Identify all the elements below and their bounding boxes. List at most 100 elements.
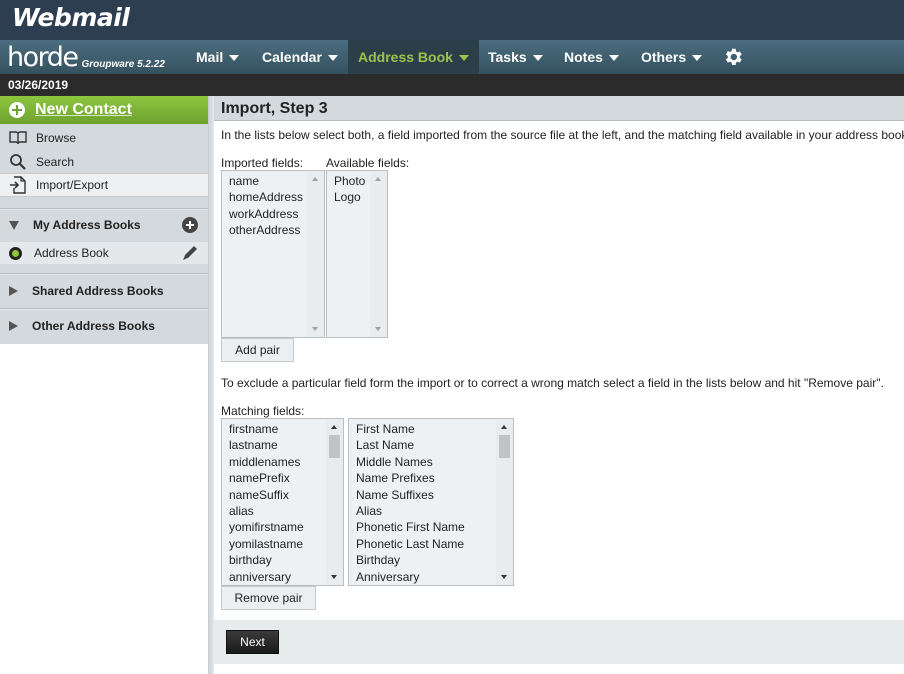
date-bar: 03/26/2019 [0,74,904,96]
selected-radio-icon [9,246,22,260]
scroll-down-icon [501,575,507,579]
next-button[interactable]: Next [226,630,279,654]
scrollbar[interactable] [370,171,387,337]
nav-address-book-label: Address Book [358,49,453,65]
sidebar-item-label: Search [36,155,75,169]
sidebar-divider [0,308,208,310]
available-fields-list[interactable]: Photo Logo [326,170,388,338]
sidebar-item-label: Import/Export [36,178,109,192]
collapse-triangle-icon [9,220,19,230]
list-item[interactable]: Name Prefixes [356,470,465,486]
list-item[interactable]: name [229,173,303,189]
list-item[interactable]: yomifirstname [229,519,304,535]
my-address-books-label: My Address Books [33,218,141,232]
list-item[interactable]: nameSuffix [229,487,304,503]
list-item[interactable]: birthday [229,552,304,568]
list-item[interactable]: firstname [229,421,304,437]
sidebar-item-address-book[interactable]: Address Book [0,242,208,264]
list-item[interactable]: Birthday [356,552,465,568]
list-item[interactable]: alias [229,503,304,519]
matching-target-list[interactable]: First Name Last Name Middle Names Name P… [348,418,514,586]
scroll-up-icon [331,425,337,429]
pencil-icon[interactable] [181,245,199,262]
webmail-logo[interactable]: Webmail [12,3,130,32]
matching-fields-label: Matching fields: [221,404,305,418]
scrollbar-thumb[interactable] [499,435,510,458]
list-item[interactable]: workAddress [229,206,303,222]
scroll-down-icon [331,575,337,579]
sidebar-item-browse[interactable]: Browse [0,126,208,150]
add-pair-button[interactable]: Add pair [221,338,294,362]
scroll-up-icon [375,177,381,181]
scrollbar[interactable] [496,419,513,585]
list-item[interactable]: anniversary [229,569,304,585]
nav-tasks[interactable]: Tasks [488,40,543,74]
list-item[interactable]: Middle Names [356,454,465,470]
list-item[interactable]: middlenames [229,454,304,470]
import-export-icon [10,176,26,194]
nav-tasks-label: Tasks [488,49,527,65]
expand-triangle-icon [9,286,18,296]
scroll-down-icon [375,327,381,331]
list-item[interactable]: Photo [334,173,365,189]
scroll-down-icon [312,327,318,331]
list-item[interactable]: namePrefix [229,470,304,486]
remove-pair-button[interactable]: Remove pair [221,586,316,610]
book-icon [9,131,27,145]
list-item[interactable]: Phonetic Last Name [356,536,465,552]
shared-address-books-label: Shared Address Books [32,284,164,298]
other-address-books-label: Other Address Books [32,319,155,333]
scrollbar[interactable] [326,419,343,585]
list-item[interactable]: Name Suffixes [356,487,465,503]
sidebar-item-import-export[interactable]: Import/Export [0,173,208,197]
list-item[interactable]: Logo [334,189,365,205]
shared-address-books-header[interactable]: Shared Address Books [0,276,208,306]
nav-notes-label: Notes [564,49,603,65]
sidebar: New Contact Browse Search Import/Export … [0,96,208,674]
nav-others[interactable]: Others [641,40,703,74]
list-item[interactable]: First Name [356,421,465,437]
list-item[interactable]: yomilastname [229,536,304,552]
sidebar-divider [0,273,208,275]
matching-source-list[interactable]: firstname lastname middlenames namePrefi… [221,418,344,586]
webmail-banner: Webmail [0,0,904,40]
list-item[interactable]: otherAddress [229,222,303,238]
search-icon [10,154,26,170]
intro-text: In the lists below select both, a field … [221,128,904,142]
scroll-up-icon [501,425,507,429]
list-item[interactable]: Last Name [356,437,465,453]
scrollbar[interactable] [307,171,324,337]
list-item[interactable]: homeAddress [229,189,303,205]
expand-triangle-icon [9,321,18,331]
nav-calendar[interactable]: Calendar [262,40,338,74]
nav-others-label: Others [641,49,687,65]
nav-mail[interactable]: Mail [196,40,240,74]
page-title: Import, Step 3 [221,100,328,117]
chevron-down-icon [327,55,338,61]
main-navigation: horde Groupware 5.2.22 Mail Calendar Add… [0,40,904,74]
list-item[interactable]: lastname [229,437,304,453]
new-contact-button[interactable]: New Contact [0,96,208,124]
sidebar-item-label: Browse [36,131,77,145]
list-item[interactable]: Anniversary [356,569,465,585]
other-address-books-header[interactable]: Other Address Books [0,311,208,341]
add-address-book-icon[interactable] [182,217,198,233]
form-footer [214,620,904,664]
nav-address-book[interactable]: Address Book [348,40,479,74]
horde-logo[interactable]: horde Groupware 5.2.22 [7,40,165,74]
sidebar-item-search[interactable]: Search [0,150,208,174]
scroll-up-icon [312,177,318,181]
address-book-label: Address Book [34,246,109,260]
list-item[interactable]: Alias [356,503,465,519]
horde-brand: horde [7,42,79,73]
main-content: Import, Step 3 In the lists below select… [214,96,904,674]
available-fields-label: Available fields: [326,156,410,170]
list-item[interactable]: Phonetic First Name [356,519,465,535]
scrollbar-thumb[interactable] [329,435,340,458]
gear-icon[interactable] [722,46,744,68]
imported-fields-list[interactable]: name homeAddress workAddress otherAddres… [221,170,325,338]
my-address-books-header[interactable]: My Address Books [0,210,208,240]
chevron-down-icon [608,55,619,61]
nav-notes[interactable]: Notes [564,40,619,74]
imported-fields-label: Imported fields: [221,156,304,170]
